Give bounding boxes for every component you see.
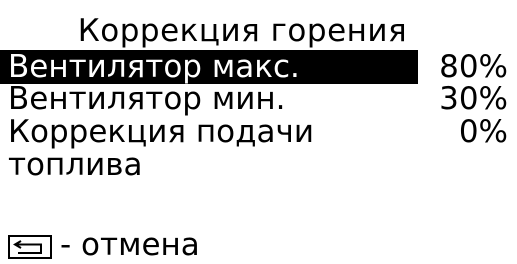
menu-item-value: 0% — [458, 114, 508, 150]
menu-item-label: Коррекция подачи — [8, 114, 315, 150]
menu-item-fan-min[interactable]: Вентилятор мин. 30% — [8, 82, 508, 116]
menu-item-fuel-correction-cont[interactable]: топлива — [8, 148, 508, 182]
menu-item-label-continuation: топлива — [8, 147, 143, 183]
menu-item-fan-max[interactable]: Вентилятор макс. 80% — [0, 49, 508, 85]
menu-item-value: 30% — [439, 81, 508, 117]
menu-item-fuel-correction[interactable]: Коррекция подачи 0% — [8, 115, 508, 149]
menu-item-value: 80% — [439, 49, 508, 85]
menu-item-label: Вентилятор мин. — [8, 81, 286, 117]
lcd-screen: Коррекция горения Вентилятор макс. 80% В… — [0, 0, 517, 264]
footer-hint: - отмена — [8, 228, 200, 262]
back-icon[interactable] — [8, 234, 52, 259]
screen-title: Коррекция горения — [77, 13, 408, 49]
footer-text: - отмена — [60, 227, 200, 263]
menu-item-label: Вентилятор макс. — [0, 50, 418, 84]
